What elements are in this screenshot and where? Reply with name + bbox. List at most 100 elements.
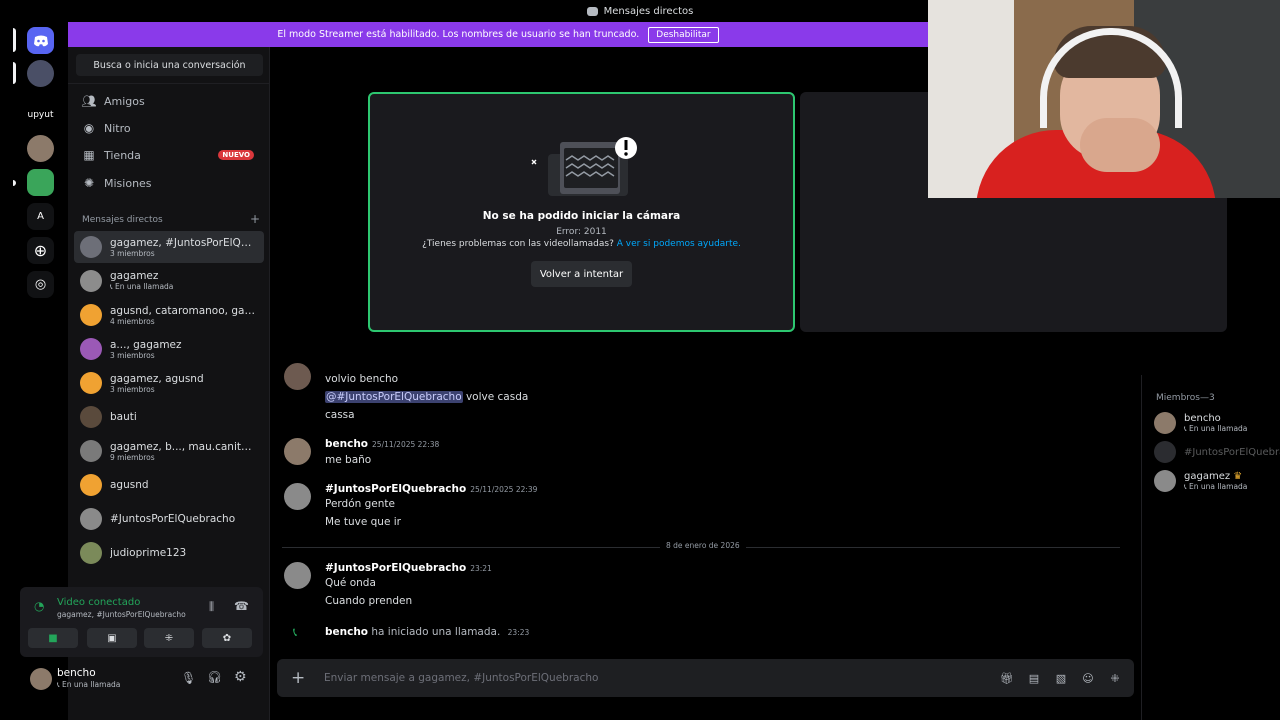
server-avatar-2[interactable] bbox=[27, 135, 54, 162]
avatar bbox=[80, 372, 102, 394]
dm-item[interactable]: gagamez, #JuntosPorElQuebracho3 miembros bbox=[74, 231, 264, 263]
dm-item[interactable]: bauti bbox=[74, 401, 264, 433]
member-avatar bbox=[1154, 470, 1176, 492]
video-tile-self[interactable]: No se ha podido iniciar la cámara Error:… bbox=[368, 92, 795, 332]
create-dm-plus-icon[interactable]: + bbox=[250, 213, 260, 225]
noise-suppression-icon[interactable]: ⫼ bbox=[209, 600, 214, 614]
message-avatar[interactable] bbox=[284, 483, 311, 510]
home-button[interactable] bbox=[27, 27, 54, 54]
message-timestamp: 25/11/2025 22:39 bbox=[470, 485, 538, 494]
message-text: @#JuntosPorElQuebracho volve casda bbox=[325, 391, 529, 403]
plus-icon: ⊕ bbox=[33, 241, 48, 260]
user-status: 📞︎ En una llamada bbox=[57, 680, 121, 689]
headphones-icon[interactable]: 🎧︎ bbox=[207, 670, 222, 684]
attach-plus-icon[interactable]: + bbox=[291, 668, 305, 688]
soundboard-icon: ✿ bbox=[222, 632, 232, 644]
message-avatar[interactable] bbox=[284, 363, 311, 390]
message-input[interactable]: Enviar mensaje a gagamez, #JuntosPorElQu… bbox=[324, 672, 598, 684]
call-phone-icon: 📞︎ bbox=[293, 625, 298, 639]
member-item[interactable]: bencho 📞︎ En una llamada bbox=[1154, 410, 1279, 436]
sticker-icon[interactable]: ▧ bbox=[1054, 671, 1068, 685]
nav-friends[interactable]: 👥︎ Amigos bbox=[74, 89, 264, 113]
webcam-overlay bbox=[928, 0, 1280, 198]
user-avatar[interactable] bbox=[30, 668, 52, 690]
member-item[interactable]: gagamez ♛ 📞︎ En una llamada bbox=[1154, 468, 1279, 494]
voice-status: Video conectado bbox=[57, 597, 141, 608]
dm-item[interactable]: gagamez, b..., mau.canitano, ...9 miembr… bbox=[74, 435, 264, 467]
message-avatar[interactable] bbox=[284, 438, 311, 465]
mention[interactable]: @#JuntosPorElQuebracho bbox=[325, 391, 463, 403]
dm-item[interactable]: gagamez, agusnd 3 miembros bbox=[74, 367, 264, 399]
message-text: Cuando prenden bbox=[325, 595, 413, 607]
dm-item[interactable]: agusnd, cataromanoo, gagamez4 miembros bbox=[74, 299, 264, 331]
dm-item[interactable]: #JuntosPorElQuebracho bbox=[74, 503, 264, 535]
banner-text: El modo Streamer está habilitado. Los no… bbox=[277, 29, 640, 40]
nav-quests[interactable]: ✺ Misiones bbox=[74, 171, 264, 195]
gift-icon[interactable]: 🎁︎ bbox=[1000, 671, 1014, 685]
screen-share-button[interactable]: ▣ bbox=[87, 628, 137, 648]
dm-item[interactable]: judioprime123 bbox=[74, 537, 264, 569]
apps-icon[interactable]: ⁜ bbox=[1108, 671, 1122, 685]
settings-gear-icon[interactable]: ⚙ bbox=[234, 669, 247, 685]
microphone-icon[interactable]: 🎙︎ bbox=[181, 671, 196, 685]
dm-header: Mensajes directos + bbox=[82, 212, 260, 226]
help-link[interactable]: A ver si podemos ayudarte. bbox=[617, 239, 741, 249]
message-text: Me tuve que ir bbox=[325, 516, 401, 528]
unread-indicator bbox=[13, 180, 16, 186]
emoji-icon[interactable]: ☺ bbox=[1081, 671, 1095, 685]
camera-icon: ■ bbox=[48, 632, 58, 644]
nitro-icon: ◉ bbox=[83, 121, 95, 135]
message-author[interactable]: bencho 25/11/2025 22:38 bbox=[325, 438, 439, 450]
message-text: Perdón gente bbox=[325, 498, 395, 510]
message-text: cassa bbox=[325, 409, 355, 421]
message-author[interactable]: #JuntosPorElQuebracho 25/11/2025 22:39 bbox=[325, 483, 537, 495]
active-indicator bbox=[13, 28, 16, 52]
shop-icon: ▦ bbox=[83, 148, 95, 162]
screen-share-icon: ▣ bbox=[107, 632, 117, 644]
server-avatar-3[interactable] bbox=[27, 169, 54, 196]
member-list: Miembros—3 bencho 📞︎ En una llamada #Junt… bbox=[1141, 375, 1280, 720]
avatar bbox=[80, 474, 102, 496]
voice-panel: ◔ Video conectado gagamez, #JuntosPorElQ… bbox=[20, 587, 263, 657]
avatar bbox=[80, 508, 102, 530]
dm-item[interactable]: gagamez 📞︎ En una llamada bbox=[74, 265, 264, 297]
avatar bbox=[80, 406, 102, 428]
server-indicator bbox=[13, 62, 16, 84]
nav-nitro[interactable]: ◉ Nitro bbox=[74, 116, 264, 140]
search-conversation-button[interactable]: Busca o inicia una conversación bbox=[76, 54, 263, 76]
member-item[interactable]: #JuntosPorElQuebracho bbox=[1154, 439, 1280, 465]
discord-logo-icon bbox=[586, 6, 598, 16]
server-avatar-group[interactable] bbox=[27, 60, 54, 87]
avatar bbox=[80, 236, 102, 258]
message-timestamp: 25/11/2025 22:38 bbox=[372, 440, 440, 449]
message-author[interactable]: #JuntosPorElQuebracho 23:21 bbox=[325, 562, 492, 574]
camera-error-title: No se ha podido iniciar la cámara bbox=[482, 210, 681, 222]
dm-item[interactable]: a..., gagamez 3 miembros bbox=[74, 333, 264, 365]
user-panel: bencho 📞︎ En una llamada 🎙︎ 🎧︎ ⚙ bbox=[20, 660, 263, 698]
streamer-mode-banner: El modo Streamer está habilitado. Los no… bbox=[68, 22, 928, 47]
avatar bbox=[80, 304, 102, 326]
webcam-person bbox=[1080, 118, 1160, 172]
signal-icon: ◔ bbox=[34, 599, 45, 613]
server-a[interactable]: A bbox=[27, 203, 54, 230]
message-text: Qué onda bbox=[325, 577, 376, 589]
avatar bbox=[80, 542, 102, 564]
message-avatar[interactable] bbox=[284, 562, 311, 589]
server-upyut[interactable]: upyut bbox=[27, 101, 54, 128]
add-server-button[interactable]: ⊕ bbox=[27, 237, 54, 264]
discover-button[interactable]: ◎ bbox=[27, 271, 54, 298]
soundboard-button[interactable]: ✿ bbox=[202, 628, 252, 648]
message-input-bar[interactable]: + Enviar mensaje a gagamez, #JuntosPorEl… bbox=[277, 659, 1134, 697]
retry-button[interactable]: Volver a intentar bbox=[531, 261, 632, 287]
message-text: volvio bencho bbox=[325, 373, 399, 385]
broken-camera-illustration-icon bbox=[531, 137, 637, 196]
camera-button[interactable]: ■ bbox=[28, 628, 78, 648]
gif-icon[interactable]: ▤ bbox=[1027, 671, 1041, 685]
disable-streamer-button[interactable]: Deshabilitar bbox=[648, 26, 719, 43]
voice-channel: gagamez, #JuntosPorElQuebracho bbox=[57, 610, 186, 619]
disconnect-icon[interactable]: ☎ bbox=[234, 599, 249, 613]
dm-item[interactable]: agusnd bbox=[74, 469, 264, 501]
nav-shop[interactable]: ▦ Tienda NUEVO bbox=[74, 143, 264, 167]
member-avatar bbox=[1154, 412, 1176, 434]
activities-button[interactable]: ⁜ bbox=[144, 628, 194, 648]
